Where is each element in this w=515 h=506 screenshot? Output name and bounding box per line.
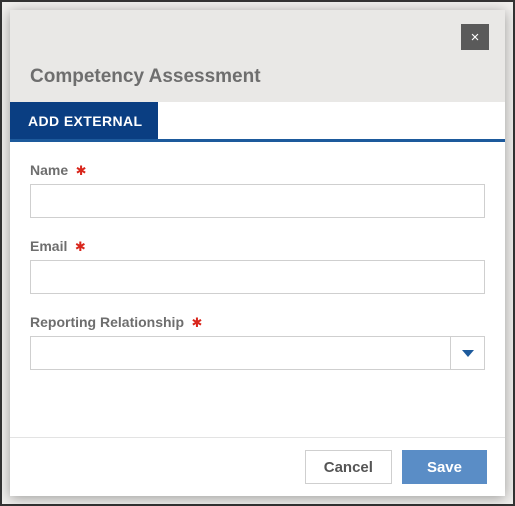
tab-bar: ADD EXTERNAL [10, 102, 505, 142]
modal-title: Competency Assessment [30, 66, 485, 88]
email-label: Email [30, 238, 67, 254]
chevron-down-icon [462, 350, 474, 357]
field-name: Name ✱ [30, 162, 485, 218]
field-relationship: Reporting Relationship ✱ [30, 314, 485, 370]
required-icon: ✱ [75, 239, 86, 254]
cancel-button[interactable]: Cancel [305, 450, 392, 484]
close-button[interactable]: × [461, 24, 489, 50]
close-icon: × [471, 30, 480, 45]
save-button[interactable]: Save [402, 450, 487, 484]
name-label: Name [30, 162, 68, 178]
field-email: Email ✱ [30, 238, 485, 294]
select-caret-button[interactable] [450, 337, 484, 369]
email-input[interactable] [30, 260, 485, 294]
relationship-label: Reporting Relationship [30, 314, 184, 330]
modal-header: × Competency Assessment [10, 10, 505, 102]
modal-footer: Cancel Save [10, 437, 505, 496]
name-input[interactable] [30, 184, 485, 218]
form-body: Name ✱ Email ✱ Reporting Relationship ✱ [10, 142, 505, 437]
tab-add-external[interactable]: ADD EXTERNAL [10, 102, 158, 139]
required-icon: ✱ [191, 315, 202, 330]
competency-modal: × Competency Assessment ADD EXTERNAL Nam… [10, 10, 505, 496]
required-icon: ✱ [76, 163, 87, 178]
relationship-select[interactable] [30, 336, 485, 370]
relationship-value [31, 337, 450, 369]
